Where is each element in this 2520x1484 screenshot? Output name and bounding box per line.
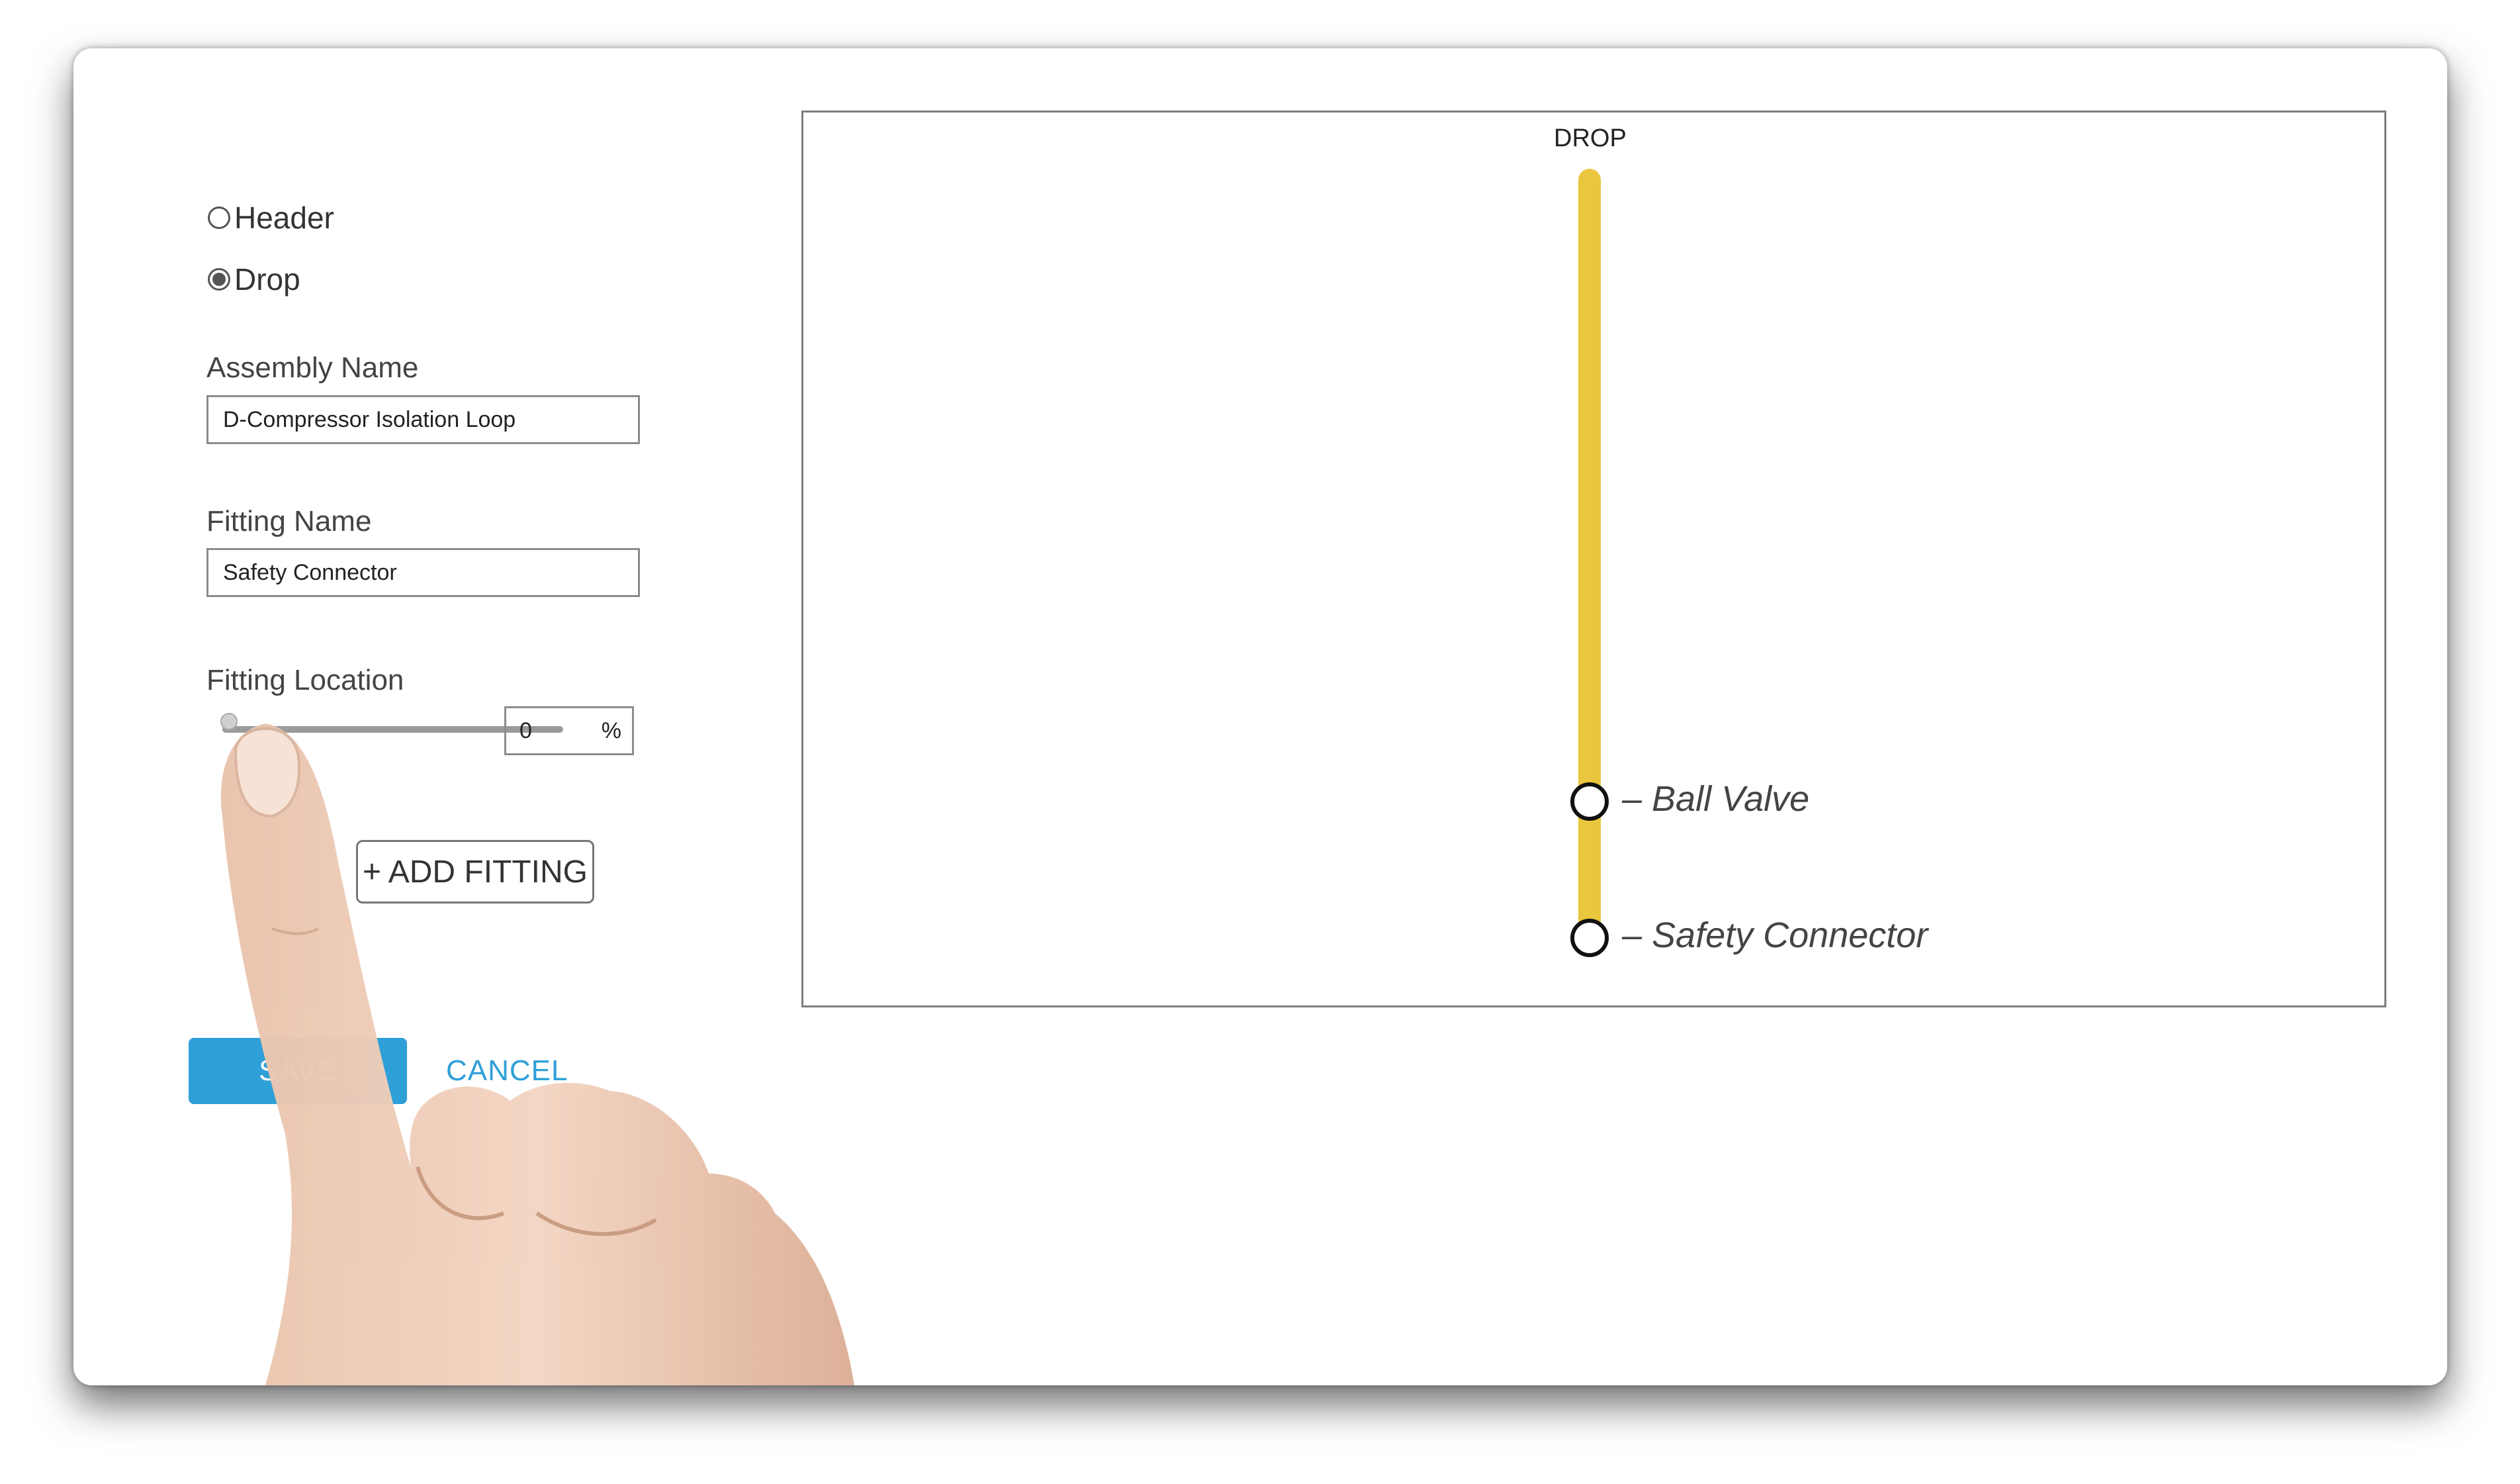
assembly-name-value: D-Compressor Isolation Loop	[223, 406, 516, 432]
radio-label-drop: Drop	[234, 262, 300, 297]
fitting-label-ball-valve: – Ball Valve	[1622, 779, 1810, 819]
drop-pipe	[1578, 169, 1601, 940]
radio-selected-dot	[212, 273, 226, 286]
fitting-location-value: 0	[519, 718, 532, 743]
cancel-button[interactable]: CANCEL	[446, 1038, 568, 1104]
fitting-label-safety-connector: – Safety Connector	[1622, 915, 1928, 955]
fitting-name-value: Safety Connector	[223, 559, 397, 585]
radio-label-header: Header	[234, 201, 334, 235]
radio-option-drop[interactable]: Drop	[208, 261, 300, 297]
radio-button-drop[interactable]	[208, 268, 230, 291]
app-window: Header Drop Assembly Name D-Compressor I…	[73, 48, 2447, 1385]
fitting-location-percent-input[interactable]: 0 %	[504, 706, 634, 755]
fitting-location-slider-thumb[interactable]	[220, 713, 238, 730]
save-button[interactable]: SAVE	[189, 1038, 407, 1104]
fitting-node-safety-connector[interactable]	[1570, 919, 1609, 957]
fitting-name-input[interactable]: Safety Connector	[206, 548, 640, 597]
percent-unit: %	[601, 718, 621, 743]
radio-option-header[interactable]: Header	[208, 200, 334, 236]
fitting-location-label: Fitting Location	[206, 664, 404, 696]
add-fitting-button[interactable]: + ADD FITTING	[356, 840, 594, 904]
radio-button-header[interactable]	[208, 207, 230, 229]
fitting-name-label: Fitting Name	[206, 505, 372, 537]
assembly-name-input[interactable]: D-Compressor Isolation Loop	[206, 395, 640, 444]
fitting-node-ball-valve[interactable]	[1570, 782, 1609, 821]
diagram-title: DROP	[1554, 124, 1627, 152]
assembly-diagram: DROP – Ball Valve – Safety Connector	[801, 111, 2386, 1007]
assembly-name-label: Assembly Name	[206, 351, 419, 384]
